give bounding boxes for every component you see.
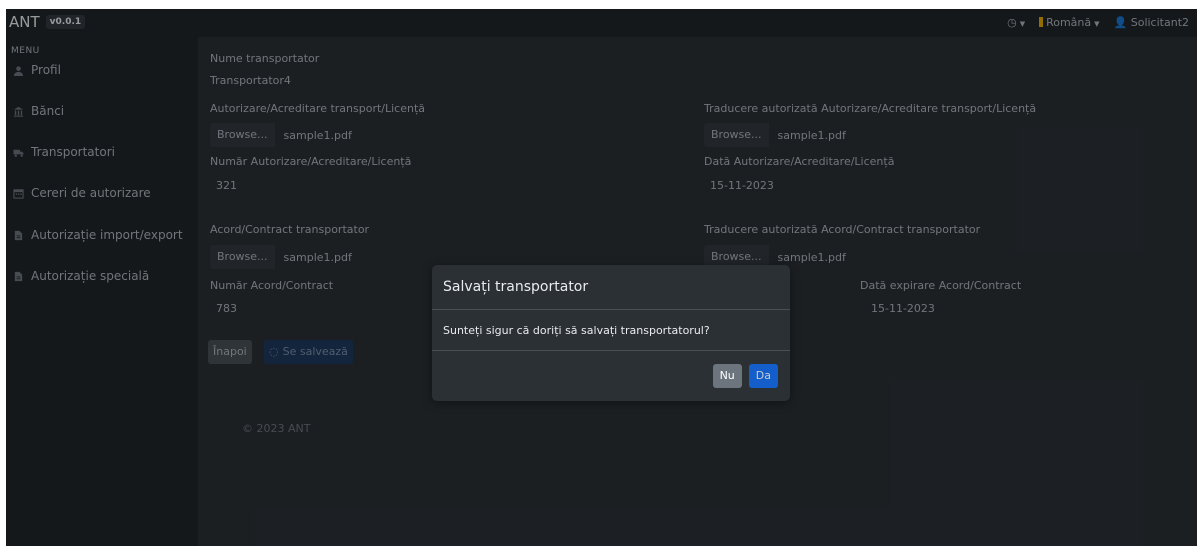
- app-window: ANT v0.0.1 ◷ ▼ Română ▼ 👤 Solicitant2 MENU…: [6, 9, 1197, 546]
- yes-button[interactable]: Da: [748, 364, 778, 388]
- no-button[interactable]: Nu: [712, 364, 742, 388]
- dialog-message: Sunteți sigur că doriți să salvați trans…: [432, 310, 790, 351]
- confirm-dialog: Salvați transportator Sunteți sigur că d…: [432, 265, 790, 401]
- dialog-footer: Nu Da: [432, 351, 790, 401]
- dialog-title: Salvați transportator: [432, 265, 790, 310]
